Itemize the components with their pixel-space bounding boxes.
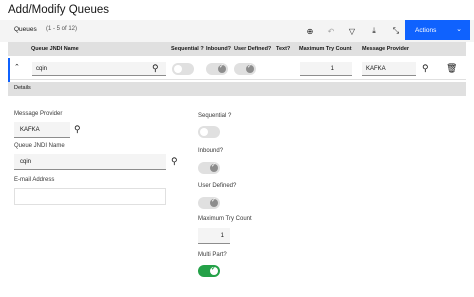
inbound-toggle[interactable]: [198, 162, 220, 174]
trash-icon[interactable]: 🗑: [446, 63, 457, 74]
message-provider-input[interactable]: KAFKA: [14, 122, 70, 138]
sequential-toggle[interactable]: [198, 126, 220, 138]
row-message-provider-input[interactable]: KAFKA: [362, 62, 416, 76]
col-max-try-count[interactable]: Maximum Try Count: [299, 46, 352, 52]
actions-button[interactable]: Actions ⌄: [405, 20, 470, 40]
row-max-try-input[interactable]: 1: [300, 62, 352, 76]
user-defined-toggle[interactable]: [198, 197, 220, 209]
multi-part-label: Multi Part?: [198, 252, 227, 258]
col-user-defined[interactable]: User Defined?: [234, 46, 271, 52]
user-defined-label: User Defined?: [198, 183, 237, 189]
actions-label: Actions: [415, 26, 437, 34]
row-sequential-toggle[interactable]: [172, 63, 194, 75]
search-icon[interactable]: ⚲: [152, 63, 159, 74]
table-toolbar: Queues (1 - 5 of 12) ⊕ ↶ ▽ ⤓ ⤡: [0, 20, 474, 42]
row-inbound-toggle[interactable]: [206, 63, 228, 75]
email-input[interactable]: [14, 188, 166, 205]
queue-jndi-label: Queue JNDI Name: [14, 143, 65, 149]
download-icon[interactable]: ⤓: [366, 23, 382, 39]
inbound-label: Inbound?: [198, 148, 224, 154]
filter-icon[interactable]: ▽: [344, 23, 360, 39]
col-text[interactable]: Text?: [276, 46, 290, 52]
undo-icon[interactable]: ↶: [323, 23, 339, 39]
sequential-label: Sequential ?: [198, 113, 232, 119]
collapse-icon[interactable]: ⤡: [388, 23, 404, 39]
row-count: (1 - 5 of 12): [46, 26, 78, 32]
chevron-down-icon: ⌄: [456, 26, 462, 33]
multi-part-toggle[interactable]: [198, 265, 220, 277]
col-sequential[interactable]: Sequential ?: [171, 46, 204, 52]
col-message-provider[interactable]: Message Provider: [362, 46, 409, 52]
max-try-label: Maximum Try Count: [198, 216, 252, 222]
col-queue-jndi-name[interactable]: Queue JNDI Name: [31, 46, 79, 52]
queue-jndi-input[interactable]: cqin: [14, 154, 166, 170]
search-icon[interactable]: ⚲: [171, 156, 178, 167]
row-user-defined-toggle[interactable]: [234, 63, 256, 75]
details-header: [8, 82, 466, 96]
chevron-up-icon[interactable]: ⌃: [14, 63, 20, 71]
col-inbound[interactable]: Inbound?: [206, 46, 231, 52]
email-label: E-mail Address: [14, 177, 55, 183]
max-try-input[interactable]: 1: [198, 228, 230, 244]
search-icon[interactable]: ⚲: [74, 124, 81, 135]
search-icon[interactable]: ⚲: [422, 63, 429, 74]
table-title: Queues: [14, 26, 37, 33]
row-queue-jndi-input[interactable]: cqin: [32, 62, 166, 76]
message-provider-label: Message Provider: [14, 111, 63, 117]
page-title: Add/Modify Queues: [8, 4, 110, 16]
table-header: Queue JNDI Name Sequential ? Inbound? Us…: [8, 42, 466, 56]
details-title: Details: [14, 85, 31, 91]
add-icon[interactable]: ⊕: [302, 23, 318, 39]
